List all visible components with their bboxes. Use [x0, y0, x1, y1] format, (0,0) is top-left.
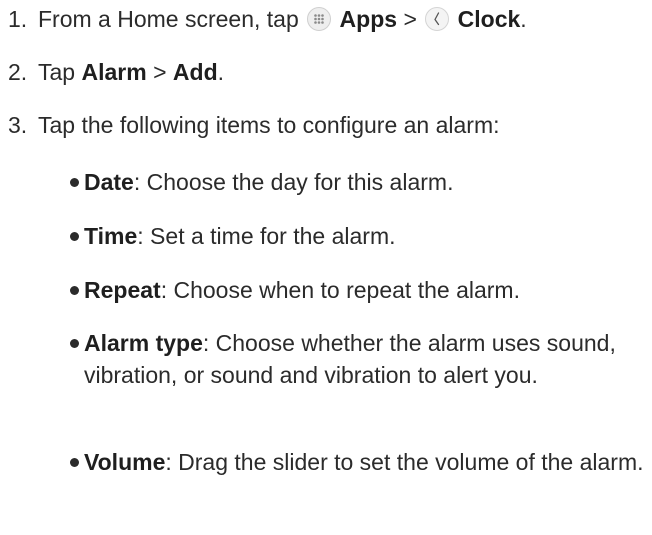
separator: >: [403, 6, 417, 32]
list-item-text: Time: Set a time for the alarm.: [84, 220, 650, 252]
step-1-suffix: .: [520, 6, 527, 32]
step-1-prefix: From a Home screen, tap: [38, 6, 299, 32]
item-desc: : Set a time for the alarm.: [137, 223, 396, 249]
bullet-dot: [70, 232, 79, 241]
step-number: 3.: [8, 112, 28, 138]
item-term: Volume: [84, 449, 166, 475]
bullet-dot: [70, 339, 79, 348]
item-term: Time: [84, 223, 138, 249]
item-term: Alarm type: [84, 330, 203, 356]
list-item-text: Date: Choose the day for this alarm.: [84, 166, 650, 198]
step-number: 2.: [8, 59, 28, 85]
clock-label: Clock: [457, 6, 521, 32]
separator: >: [153, 59, 167, 85]
step-2-suffix: .: [217, 59, 225, 85]
step-1-text: From a Home screen, tap Apps > Clock.: [38, 3, 527, 35]
item-desc: : Drag the slider to set the volume of t…: [165, 449, 644, 475]
item-term: Repeat: [84, 277, 161, 303]
clock-icon: [425, 6, 450, 31]
item-desc: : Choose the day for this alarm.: [133, 169, 454, 195]
bullet-dot: [70, 286, 79, 295]
item-term: Date: [84, 169, 134, 195]
list-item-text: Volume: Drag the slider to set the volum…: [84, 446, 650, 478]
step-2-text: Tap Alarm > Add.: [38, 56, 224, 88]
item-desc: : Choose when to repeat the alarm.: [160, 277, 520, 303]
add-label: Add: [172, 59, 218, 85]
bullet-dot: [70, 178, 79, 187]
apps-grid-icon: [307, 6, 332, 31]
step-3-text: Tap the following items to configure an …: [38, 112, 500, 138]
list-item-text: Repeat: Choose when to repeat the alarm.: [84, 274, 650, 306]
bullet-dot: [70, 458, 79, 467]
step-2-prefix: Tap: [38, 59, 76, 85]
list-item-text: Alarm type: Choose whether the alarm use…: [84, 327, 650, 391]
alarm-label: Alarm: [81, 59, 147, 85]
apps-label: Apps: [339, 6, 398, 32]
step-number: 1.: [8, 6, 28, 32]
